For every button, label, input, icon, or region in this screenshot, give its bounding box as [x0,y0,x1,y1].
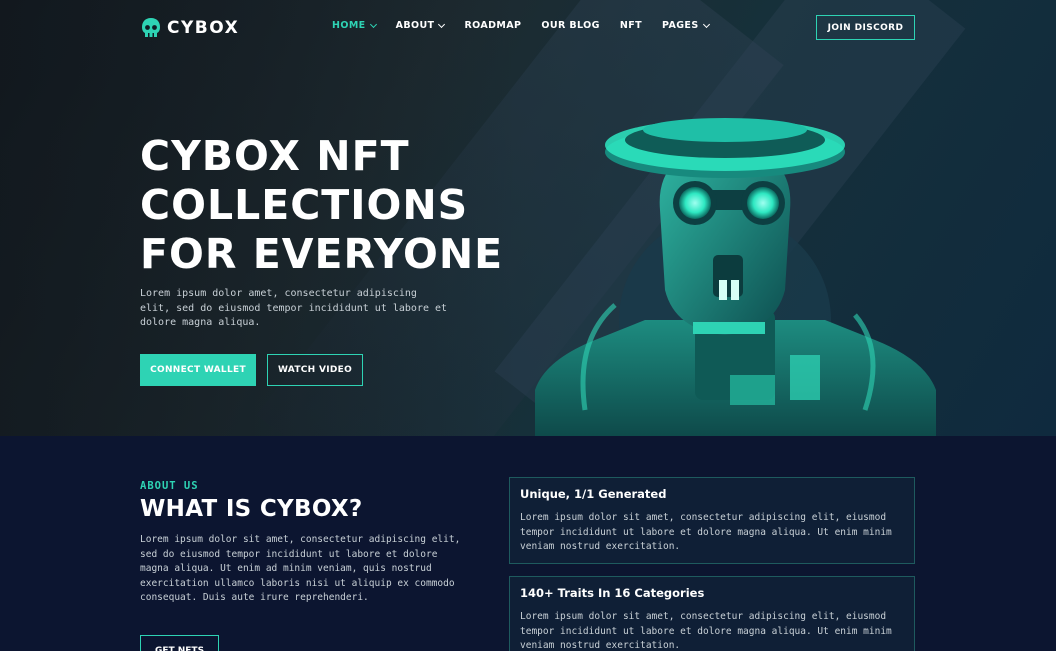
feature-card-description: Lorem ipsum dolor sit amet, consectetur … [520,611,892,651]
nav-item-roadmap[interactable]: ROADMAP [464,20,521,31]
hero-section: CYBOX HOME ABOUT ROADMAP OUR BLOG NFT PA… [0,0,1056,436]
logo[interactable]: CYBOX [141,16,239,40]
hero-title-line: FOR EVERYONE [140,230,504,278]
feature-card-description: Lorem ipsum dolor sit amet, consectetur … [520,512,892,552]
robot-nft-illustration [535,118,936,436]
chevron-down-icon [438,20,446,28]
hero-description: Lorem ipsum dolor amet, consectetur adip… [140,288,448,328]
feature-card-title: Unique, 1/1 Generated [520,487,667,501]
section-label: ABOUT US [140,480,199,492]
nav-item-label: HOME [332,20,366,31]
main-menu: HOME ABOUT ROADMAP OUR BLOG NFT PAGES [332,20,729,31]
skull-logo-icon [142,18,160,37]
logo-text: CYBOX [167,18,240,38]
join-discord-button[interactable]: JOIN DISCORD [816,15,915,40]
nav-item-nft[interactable]: NFT [620,20,642,31]
connect-wallet-button[interactable]: CONNECT WALLET [140,354,256,386]
about-description: Lorem ipsum dolor sit amet, consectetur … [140,534,461,603]
get-nfts-button[interactable]: GET NFTS [140,635,219,651]
nav-item-label: ROADMAP [464,20,522,31]
feature-card: Unique, 1/1 Generated Lorem ipsum dolor … [509,477,915,564]
nav-item-pages[interactable]: PAGES [661,20,710,31]
feature-card: 140+ Traits In 16 Categories Lorem ipsum… [509,576,915,651]
nav-item-label: NFT [619,20,642,31]
nav-item-label: ABOUT [395,20,435,31]
nav-item-about[interactable]: ABOUT [395,20,446,31]
nav-item-label: OUR BLOG [541,20,600,31]
hero-title: CYBOX NFT COLLECTIONS FOR EVERYONE [140,132,520,279]
hero-title-line: CYBOX NFT [140,132,410,180]
chevron-down-icon [369,20,377,28]
chevron-down-icon [702,20,710,28]
nav-item-home[interactable]: HOME [332,20,377,31]
section-title: WHAT IS CYBOX? [140,496,363,522]
watch-video-button[interactable]: WATCH VIDEO [267,354,363,386]
nav-item-label: PAGES [661,20,699,31]
nav-item-blog[interactable]: OUR BLOG [541,20,599,31]
hero-title-line: COLLECTIONS [140,181,469,229]
feature-card-title: 140+ Traits In 16 Categories [520,586,705,600]
top-nav: CYBOX HOME ABOUT ROADMAP OUR BLOG NFT PA… [0,0,1056,56]
